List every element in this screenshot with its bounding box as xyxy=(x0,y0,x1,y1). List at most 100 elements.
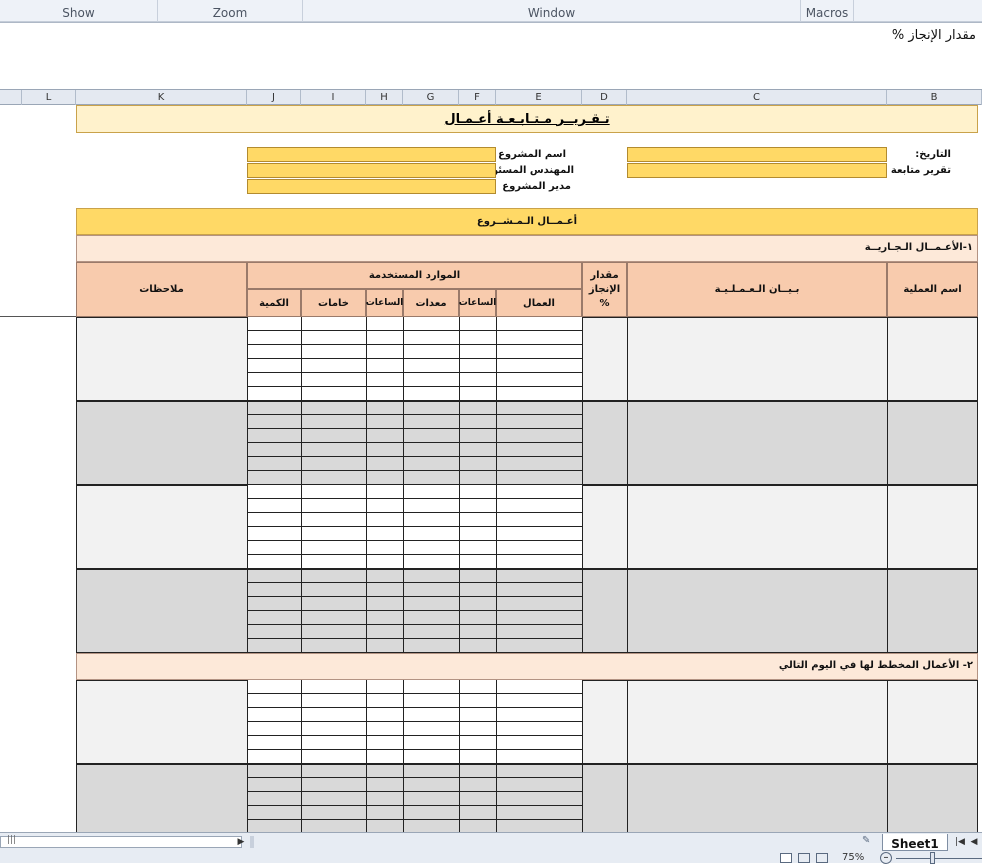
zoom-slider-thumb[interactable] xyxy=(930,852,935,864)
formula-bar-text: مقدار الإنجاز % xyxy=(891,28,976,43)
col-line xyxy=(459,317,460,653)
normal-view-icon[interactable] xyxy=(780,853,792,863)
label-engineer: المهندس المسئول xyxy=(483,165,574,176)
col-line xyxy=(366,317,367,653)
label-date: التاريخ: xyxy=(915,149,951,160)
page-break-view-icon[interactable] xyxy=(816,853,828,863)
label-project-manager: مدير المشروع xyxy=(502,181,571,192)
prev-sheet-icon[interactable]: ◀ xyxy=(968,836,980,848)
report-title: تـقـريــر مـتـابـعـة أعـمـال xyxy=(76,105,978,133)
ribbon: Show Zoom Window Macros xyxy=(0,0,982,22)
section-current-works-text: ١-الأعـمــال الـجـاريــة xyxy=(864,242,973,253)
formula-bar[interactable]: مقدار الإنجاز % xyxy=(0,22,982,90)
col-line xyxy=(459,680,460,832)
col-line xyxy=(403,680,404,832)
select-all-corner[interactable] xyxy=(0,90,22,105)
header-workers: العمال xyxy=(496,289,582,317)
column-header-B[interactable]: B xyxy=(887,90,982,105)
col-line xyxy=(301,680,302,832)
header-notes-text: ملاحظات xyxy=(139,284,184,295)
works-header: أعـمــال الـمـشــروع xyxy=(76,208,978,235)
column-headers: L K J I H G F E D C B xyxy=(0,90,982,105)
header-operation-description-text: بـيــان الـعـمـلـيـة xyxy=(714,284,800,295)
ribbon-group-zoom[interactable]: Zoom xyxy=(158,0,303,22)
column-header-I[interactable]: I xyxy=(301,90,366,105)
section-current-works: ١-الأعـمــال الـجـاريــة xyxy=(76,235,978,262)
header-operation-name: اسم العملية xyxy=(887,262,978,317)
header-operation-description: بـيــان الـعـمـلـيـة xyxy=(627,262,887,317)
ribbon-group-window[interactable]: Window xyxy=(303,0,801,22)
insert-sheet-icon[interactable]: ✎ xyxy=(862,835,878,849)
header-resources: الموارد المستخدمة xyxy=(247,262,582,289)
col-line xyxy=(887,680,888,832)
col-line xyxy=(366,680,367,832)
current-works-table-body xyxy=(76,317,978,653)
resource-row-lines xyxy=(247,680,582,832)
header-workers-text: العمال xyxy=(523,297,555,309)
sheet-tabs-bar: ||| ▶ ✎ Sheet1 |◀ ◀ 75% – xyxy=(0,832,982,864)
scroll-right-icon[interactable]: ▶ xyxy=(235,836,247,848)
sheet-tab-sheet1[interactable]: Sheet1 xyxy=(882,834,948,851)
column-header-J[interactable]: J xyxy=(247,90,301,105)
header-materials-text: خامات xyxy=(318,297,349,309)
header-operation-name-text: اسم العملية xyxy=(903,284,962,295)
label-project-name: اسم المشروع xyxy=(498,149,566,160)
section-next-day-works-text: ٢- الأعمال المخطط لها في اليوم التالي xyxy=(778,660,973,671)
col-line xyxy=(496,317,497,653)
worksheet-grid[interactable]: تـقـريــر مـتـابـعـة أعـمـال التاريخ: تق… xyxy=(0,105,982,832)
section-next-day-works: ٢- الأعمال المخطط لها في اليوم التالي xyxy=(76,653,978,680)
project-manager-field[interactable] xyxy=(247,179,496,194)
col-line xyxy=(582,680,583,832)
column-header-H[interactable]: H xyxy=(366,90,403,105)
column-header-C[interactable]: C xyxy=(627,90,887,105)
ribbon-group-macros[interactable]: Macros xyxy=(801,0,854,22)
horizontal-scrollbar[interactable]: ||| xyxy=(0,835,242,848)
tab-split-handle[interactable] xyxy=(250,836,254,848)
col-line xyxy=(247,317,248,653)
header-progress: مقدار الإنجاز % xyxy=(582,262,627,317)
column-header-K[interactable]: K xyxy=(76,90,247,105)
header-quantity: الكمية xyxy=(247,289,301,317)
col-line xyxy=(301,317,302,653)
header-progress-text: مقدار الإنجاز % xyxy=(588,269,621,309)
freeze-pane-line xyxy=(0,316,76,317)
column-header-L[interactable]: L xyxy=(22,90,76,105)
column-header-E[interactable]: E xyxy=(496,90,582,105)
header-equipment: معدات xyxy=(403,289,459,317)
column-header-D[interactable]: D xyxy=(582,90,627,105)
column-header-G[interactable]: G xyxy=(403,90,459,105)
date-field[interactable] xyxy=(627,147,887,162)
col-line xyxy=(627,680,628,832)
col-line xyxy=(496,680,497,832)
report-title-text: تـقـريــر مـتـابـعـة أعـمـال xyxy=(444,111,610,127)
col-line xyxy=(403,317,404,653)
first-sheet-icon[interactable]: |◀ xyxy=(954,836,966,848)
project-name-field[interactable] xyxy=(247,147,496,162)
header-resources-text: الموارد المستخدمة xyxy=(368,270,461,281)
scrollbar-grip-icon: ||| xyxy=(7,835,17,845)
zoom-out-icon[interactable]: – xyxy=(880,852,892,864)
resource-row-lines xyxy=(247,317,582,653)
col-line xyxy=(627,317,628,653)
header-notes: ملاحظات xyxy=(76,262,247,317)
header-quantity-text: الكمية xyxy=(259,297,289,309)
zoom-level[interactable]: 75% xyxy=(842,852,864,863)
ribbon-group-show[interactable]: Show xyxy=(0,0,158,22)
col-line xyxy=(247,680,248,832)
works-header-text: أعـمــال الـمـشــروع xyxy=(476,216,578,227)
header-equipment-text: معدات xyxy=(415,297,447,309)
header-hours-1: الساعات xyxy=(459,289,496,317)
header-hours-2: الساعات xyxy=(366,289,403,317)
header-hours-1-text: الساعات xyxy=(458,298,497,308)
page-layout-view-icon[interactable] xyxy=(798,853,810,863)
zoom-slider[interactable] xyxy=(896,858,982,859)
next-day-works-table-body xyxy=(76,680,978,832)
report-number-field[interactable] xyxy=(627,163,887,178)
header-materials: خامات xyxy=(301,289,366,317)
column-header-F[interactable]: F xyxy=(459,90,496,105)
sheet-tab-label: Sheet1 xyxy=(891,837,939,851)
engineer-field[interactable] xyxy=(247,163,496,178)
header-hours-2-text: الساعات xyxy=(365,298,404,308)
col-line xyxy=(582,317,583,653)
col-line xyxy=(887,317,888,653)
